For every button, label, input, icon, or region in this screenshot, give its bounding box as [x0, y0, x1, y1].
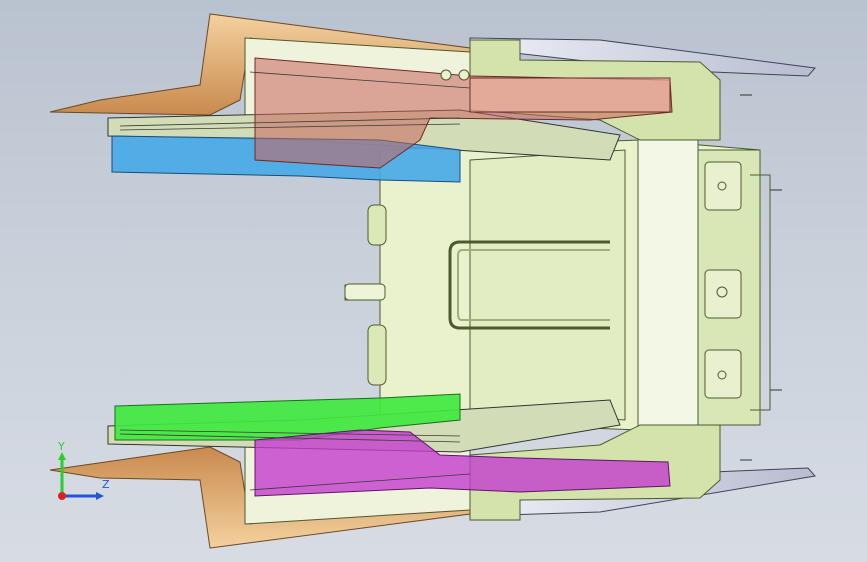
left-post-2: [367, 324, 387, 386]
orientation-triad: Y Z: [57, 440, 110, 500]
cad-model[interactable]: [0, 0, 867, 562]
nub-top: [704, 161, 742, 211]
z-axis-label: Z: [102, 478, 110, 491]
y-axis-label: Y: [57, 440, 65, 453]
left-pin: [344, 283, 386, 301]
x-axis-dot: [58, 492, 66, 500]
left-post-1: [367, 204, 387, 246]
pin-upper-2: [458, 69, 470, 81]
right-slab: [637, 134, 699, 436]
nub-mid: [704, 269, 742, 319]
pin-upper-1: [440, 69, 452, 81]
3d-viewport[interactable]: Y Z: [0, 0, 867, 562]
z-axis-arrowhead: [96, 492, 104, 500]
main-frame-inner: [469, 149, 626, 421]
nub-bot: [704, 349, 742, 399]
y-axis-arrowhead: [58, 452, 66, 460]
red-part-highlight: [469, 77, 671, 113]
